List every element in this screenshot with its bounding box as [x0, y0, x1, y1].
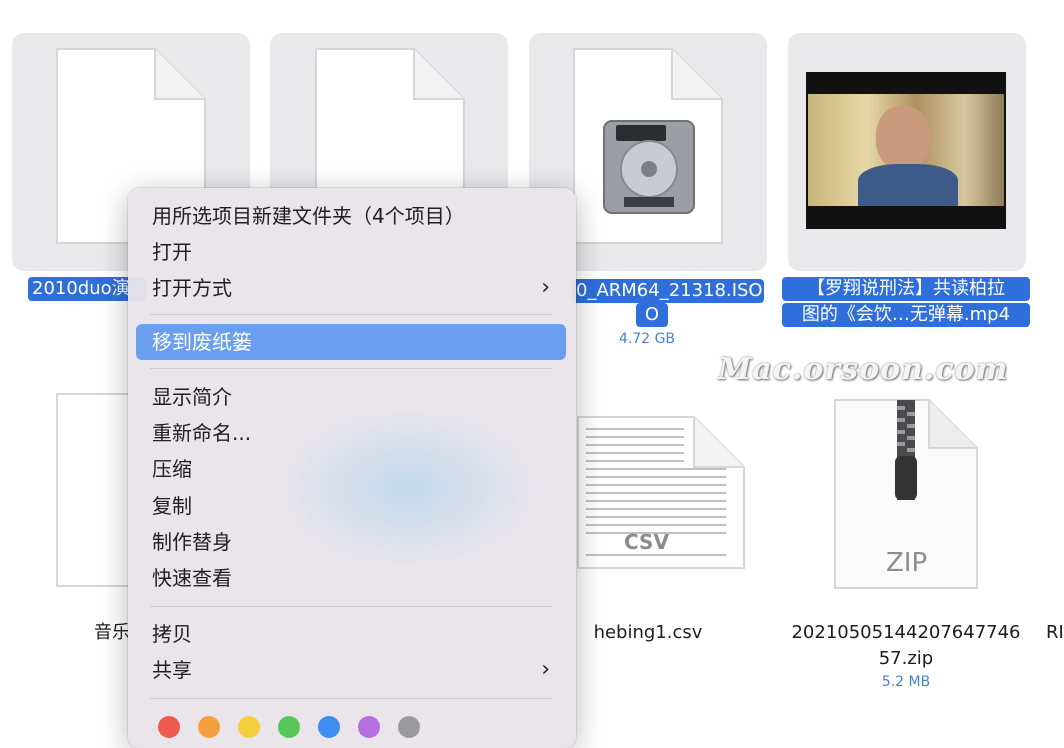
tag-yellow[interactable]	[238, 716, 260, 738]
menu-item-make-alias[interactable]: 制作替身	[136, 524, 566, 560]
context-menu: 用所选项目新建文件夹（4个项目） 打开 打开方式 › 移到废纸篓 显示简介 重新命…	[128, 188, 576, 748]
menu-separator	[150, 698, 552, 699]
menu-item-get-info[interactable]: 显示简介	[136, 379, 566, 415]
menu-separator	[150, 606, 552, 607]
file-name-4-line2[interactable]: 图的《会饮…无弹幕.mp4	[782, 303, 1030, 327]
menu-item-duplicate[interactable]: 复制	[136, 488, 566, 524]
tag-orange[interactable]	[198, 716, 220, 738]
menu-item-move-to-trash[interactable]: 移到废纸篓	[136, 324, 566, 360]
menu-item-rename[interactable]: 重新命名...	[136, 415, 566, 451]
tag-green[interactable]	[278, 716, 300, 738]
chevron-right-icon: ›	[541, 275, 550, 300]
menu-item-open-with[interactable]: 打开方式 ›	[136, 270, 566, 306]
menu-item-open[interactable]: 打开	[136, 234, 566, 270]
file-size-7: 5.2 MB	[881, 674, 931, 690]
file-name-6[interactable]: hebing1.csv	[578, 620, 718, 646]
file-name-7-line2[interactable]: 57.zip	[778, 646, 1034, 672]
menu-item-quick-look[interactable]: 快速查看	[136, 560, 566, 596]
menu-separator	[150, 314, 552, 315]
chevron-right-icon: ›	[541, 657, 550, 682]
menu-separator	[150, 368, 552, 369]
disk-image-icon	[573, 48, 723, 244]
tag-red[interactable]	[158, 716, 180, 738]
tag-purple[interactable]	[358, 716, 380, 738]
file-name-4[interactable]: 【罗翔说刑法】共读柏拉	[782, 277, 1030, 301]
csv-badge: CSV	[624, 530, 669, 554]
file-name-8[interactable]: RI	[1046, 620, 1064, 646]
file-name-3-line2[interactable]: O	[636, 303, 668, 327]
file-name-7-line1[interactable]: 20210505144207647746	[778, 620, 1034, 646]
tag-blue[interactable]	[318, 716, 340, 738]
menu-item-share[interactable]: 共享 ›	[136, 652, 566, 688]
menu-item-copy[interactable]: 拷贝	[136, 616, 566, 652]
file-name-3[interactable]: 0_ARM64_21318.ISO	[572, 279, 764, 303]
video-thumbnail	[806, 72, 1006, 229]
tag-gray[interactable]	[398, 716, 420, 738]
menu-item-new-folder-with-selection[interactable]: 用所选项目新建文件夹（4个项目）	[136, 198, 566, 234]
zip-badge: ZIP	[886, 548, 928, 578]
file-size-3: 4.72 GB	[618, 331, 676, 347]
menu-item-compress[interactable]: 压缩	[136, 451, 566, 487]
watermark: Mac.orsoon.com	[718, 352, 1009, 387]
